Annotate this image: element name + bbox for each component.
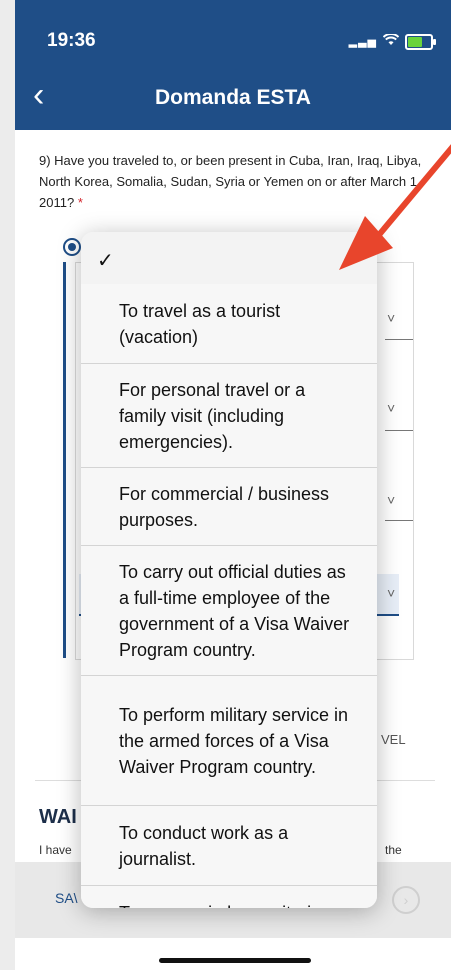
menu-item-label: To travel as a tourist (vacation) <box>119 300 281 347</box>
status-time: 19:36 <box>47 30 96 51</box>
status-icons: ▂▃▅ <box>348 33 436 50</box>
field-underline-1 <box>385 339 413 340</box>
phone-screen: 19:36 ▂▃▅ ‹ Domanda ESTA 9) Have you tra… <box>15 0 451 970</box>
waiver-text-right: the <box>385 843 402 857</box>
chevron-down-icon: ˅ <box>387 400 396 416</box>
waiver-section-title: WAI <box>39 806 77 828</box>
next-circle-icon[interactable]: › <box>392 886 420 914</box>
reason-dropdown-menu: ✓ To travel as a tourist (vacation) For … <box>81 232 377 908</box>
field-label-partial: VEL <box>381 732 406 747</box>
menu-item-personal-travel[interactable]: For personal travel or a family visit (i… <box>81 364 377 468</box>
wifi-icon <box>382 33 400 50</box>
field-underline-2 <box>385 430 413 431</box>
menu-item-blank-selected[interactable]: ✓ <box>81 232 377 285</box>
menu-item-official-duties[interactable]: To carry out official duties as a full-t… <box>81 546 377 676</box>
chevron-down-icon: ˅ <box>387 310 396 326</box>
menu-item-military-service[interactable]: To perform military service in the armed… <box>81 676 377 806</box>
menu-item-label: For personal travel or a family visit (i… <box>119 379 306 452</box>
page-title: Domanda ESTA <box>155 86 311 109</box>
checkmark-icon: ✓ <box>97 250 114 272</box>
menu-item-label: To conduct work as a journalist. <box>119 822 289 869</box>
chevron-down-icon: ˅ <box>387 492 396 508</box>
question-text: 9) Have you traveled to, or been present… <box>39 153 422 210</box>
menu-item-label: To perform military service in the armed… <box>119 704 349 777</box>
menu-item-tourist[interactable]: To travel as a tourist (vacation) <box>81 284 377 364</box>
chevron-down-icon: ˅ <box>387 585 396 601</box>
menu-item-label: For commercial / business purposes. <box>119 483 330 530</box>
section-indicator-bar <box>63 262 66 658</box>
app-header: 19:36 ▂▃▅ ‹ Domanda ESTA <box>15 0 451 130</box>
waiver-text-left: I have <box>39 843 72 857</box>
required-marker: * <box>77 195 83 210</box>
menu-item-business[interactable]: For commercial / business purposes. <box>81 468 377 546</box>
menu-item-humanitarian[interactable]: To engage in humanitarian <box>81 886 377 908</box>
menu-item-journalist[interactable]: To conduct work as a journalist. <box>81 806 377 886</box>
battery-icon <box>405 33 436 50</box>
save-button[interactable]: SA\ <box>55 890 78 906</box>
question-9: 9) Have you traveled to, or been present… <box>39 150 439 213</box>
screenshot-frame: 19:36 ▂▃▅ ‹ Domanda ESTA 9) Have you tra… <box>0 0 451 970</box>
menu-item-label: To engage in humanitarian <box>119 900 331 908</box>
radio-yes-selected[interactable] <box>63 238 81 256</box>
field-underline-3 <box>385 520 413 521</box>
signal-icon: ▂▃▅ <box>348 36 377 48</box>
menu-item-label: To carry out official duties as a full-t… <box>119 561 350 660</box>
home-indicator <box>159 958 311 963</box>
